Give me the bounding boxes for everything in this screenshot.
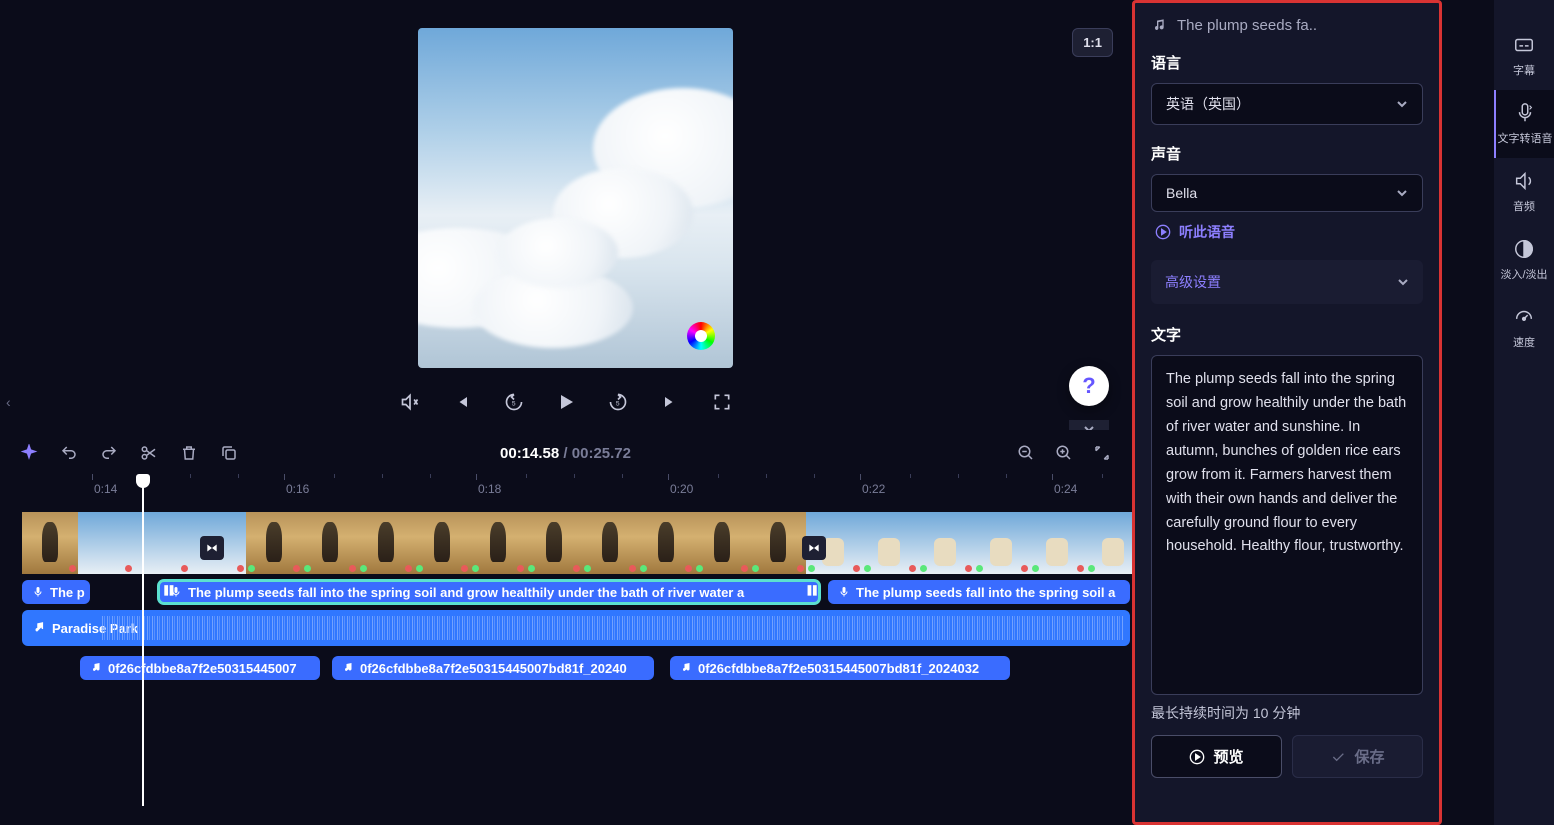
video-thumbnail[interactable] xyxy=(78,512,134,574)
save-button[interactable]: 保存 xyxy=(1292,735,1423,778)
preview-canvas[interactable] xyxy=(418,28,733,368)
video-track[interactable] xyxy=(0,512,1131,574)
video-thumbnail[interactable] xyxy=(22,512,78,574)
preview-region: 1:1 5 5 ? ‹ xyxy=(0,0,1131,430)
panel-header: The plump seeds fa.. xyxy=(1151,17,1423,34)
skip-end-button[interactable] xyxy=(656,388,684,416)
video-thumbnail[interactable] xyxy=(358,512,414,574)
video-thumbnail[interactable] xyxy=(470,512,526,574)
language-label: 语言 xyxy=(1151,52,1423,73)
svg-text:5: 5 xyxy=(615,400,619,407)
split-button[interactable] xyxy=(138,442,160,464)
rail-speed[interactable]: 速度 xyxy=(1494,294,1554,362)
video-thumbnail[interactable] xyxy=(526,512,582,574)
fit-timeline-button[interactable] xyxy=(1091,442,1113,464)
rail-fade[interactable]: 淡入/淡出 xyxy=(1494,226,1554,294)
rail-audio[interactable]: 音频 xyxy=(1494,158,1554,226)
ruler-tick: 0:22 xyxy=(862,482,885,496)
listen-voice-link[interactable]: 听此语音 xyxy=(1155,222,1423,242)
ruler-tick: 0:16 xyxy=(286,482,309,496)
redo-button[interactable] xyxy=(98,442,120,464)
playback-controls: 5 5 xyxy=(0,388,1131,416)
rewind-5-button[interactable]: 5 xyxy=(500,388,528,416)
video-thumbnail[interactable] xyxy=(582,512,638,574)
rail-subtitle[interactable]: 字幕 xyxy=(1494,22,1554,90)
zoom-in-button[interactable] xyxy=(1053,442,1075,464)
right-rail: 字幕 文字转语音 音频 淡入/淡出 速度 xyxy=(1494,0,1554,825)
video-thumbnail[interactable] xyxy=(694,512,750,574)
transition-icon[interactable] xyxy=(802,536,826,560)
music-clip[interactable]: Paradise Park xyxy=(22,610,1130,646)
video-thumbnail[interactable] xyxy=(750,512,806,574)
aspect-ratio-button[interactable]: 1:1 xyxy=(1072,28,1113,57)
voice-clip[interactable]: The plump seeds fall into the spring soi… xyxy=(828,580,1130,604)
rail-tts[interactable]: 文字转语音 xyxy=(1494,90,1554,158)
voice-clip[interactable]: The p xyxy=(22,580,90,604)
duplicate-button[interactable] xyxy=(218,442,240,464)
help-button[interactable]: ? xyxy=(1069,366,1109,406)
ruler-tick: 0:14 xyxy=(94,482,117,496)
preview-button[interactable]: 预览 xyxy=(1151,735,1282,778)
timecode-display: 00:14.58 / 00:25.72 xyxy=(500,445,631,462)
play-button[interactable] xyxy=(552,388,580,416)
skip-start-button[interactable] xyxy=(448,388,476,416)
ruler-tick: 0:18 xyxy=(478,482,501,496)
language-select[interactable]: 英语（英国） xyxy=(1151,83,1423,125)
transition-icon[interactable] xyxy=(200,536,224,560)
ruler-tick: 0:20 xyxy=(670,482,693,496)
timeline-region: 00:14.58 / 00:25.72 0:14 0:16 0:18 0:20 0:22… xyxy=(0,430,1131,825)
sfx-clip[interactable]: 0f26cfdbbe8a7f2e50315445007bd81f_2024032 xyxy=(670,656,1010,680)
sfx-clip[interactable]: 0f26cfdbbe8a7f2e50315445007 xyxy=(80,656,320,680)
zoom-out-button[interactable] xyxy=(1015,442,1037,464)
tts-text-input[interactable]: The plump seeds fall into the spring soi… xyxy=(1151,355,1423,695)
color-wheel-icon xyxy=(687,322,715,350)
ruler-tick: 0:24 xyxy=(1054,482,1077,496)
voice-track[interactable]: The p The plump seeds fall into the sprin… xyxy=(0,580,1131,604)
voice-clip[interactable]: The plump seeds fall into the spring soi… xyxy=(158,580,820,604)
video-thumbnail[interactable] xyxy=(302,512,358,574)
video-thumbnail[interactable] xyxy=(1030,512,1086,574)
video-thumbnail[interactable] xyxy=(414,512,470,574)
video-thumbnail[interactable] xyxy=(638,512,694,574)
music-track[interactable]: Paradise Park xyxy=(0,610,1131,646)
ai-sparkle-button[interactable] xyxy=(18,442,40,464)
tts-panel: The plump seeds fa.. 语言 英语（英国） 声音 Bella … xyxy=(1132,0,1442,825)
expand-left-button[interactable]: ‹ xyxy=(6,394,11,410)
sfx-track[interactable]: 0f26cfdbbe8a7f2e50315445007 0f26cfdbbe8a7… xyxy=(0,656,1131,680)
voice-label: 声音 xyxy=(1151,143,1423,164)
mute-button[interactable] xyxy=(396,388,424,416)
sfx-clip[interactable]: 0f26cfdbbe8a7f2e50315445007bd81f_20240 xyxy=(332,656,654,680)
video-thumbnail[interactable] xyxy=(246,512,302,574)
fullscreen-button[interactable] xyxy=(708,388,736,416)
delete-button[interactable] xyxy=(178,442,200,464)
timeline-ruler[interactable]: 0:14 0:16 0:18 0:20 0:22 0:24 xyxy=(0,474,1131,506)
forward-5-button[interactable]: 5 xyxy=(604,388,632,416)
video-thumbnail[interactable] xyxy=(862,512,918,574)
voice-select[interactable]: Bella xyxy=(1151,174,1423,212)
video-thumbnail[interactable] xyxy=(918,512,974,574)
duration-hint: 最长持续时间为 10 分钟 xyxy=(1151,703,1423,723)
text-label: 文字 xyxy=(1151,324,1423,345)
advanced-settings-toggle[interactable]: 高级设置 xyxy=(1151,260,1423,304)
undo-button[interactable] xyxy=(58,442,80,464)
video-thumbnail[interactable] xyxy=(974,512,1030,574)
svg-text:5: 5 xyxy=(511,400,515,407)
